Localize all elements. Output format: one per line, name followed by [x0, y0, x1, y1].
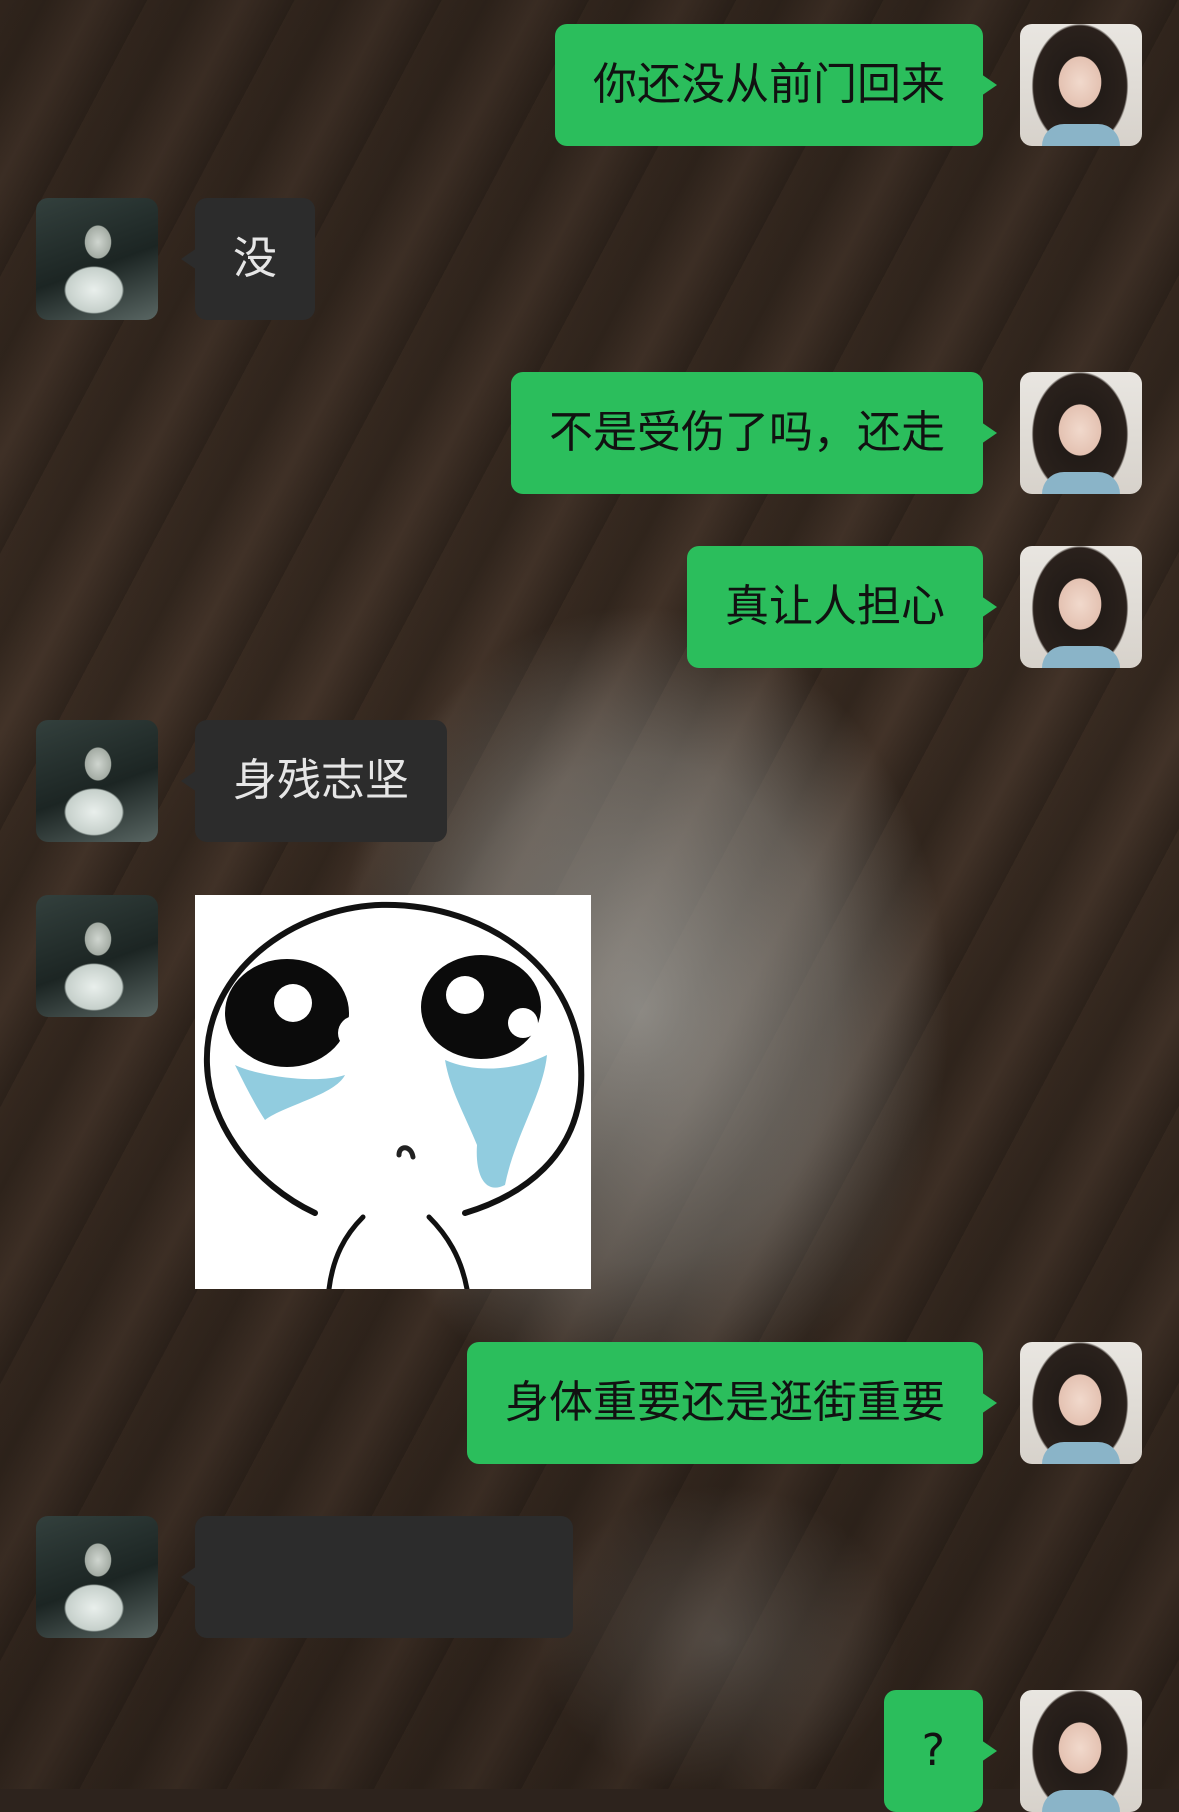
message-text: 身体重要还是逛街重要	[505, 1377, 945, 1428]
contact-avatar[interactable]	[36, 895, 158, 1017]
crying-face-sticker[interactable]	[195, 895, 591, 1289]
message-bubble-outgoing[interactable]: 身体重要还是逛街重要	[467, 1342, 997, 1464]
message-text: 没	[233, 233, 277, 284]
contact-avatar[interactable]	[36, 1516, 158, 1638]
message-bubble-outgoing[interactable]: ?	[883, 1690, 998, 1812]
message-bubble-incoming[interactable]: 没	[181, 198, 315, 320]
message-bubble-outgoing[interactable]: 真让人担心	[687, 546, 997, 668]
my-avatar[interactable]	[1020, 1690, 1142, 1812]
my-avatar[interactable]	[1020, 24, 1142, 146]
contact-avatar[interactable]	[36, 198, 158, 320]
crying-face-icon	[203, 901, 585, 1289]
message-text: 真让人担心	[725, 581, 945, 632]
message-bubble-outgoing[interactable]: 不是受伤了吗，还走	[511, 372, 997, 494]
message-bubble-obscured[interactable]	[181, 1516, 573, 1638]
message-text: 不是受伤了吗，还走	[549, 407, 945, 458]
my-avatar[interactable]	[1020, 546, 1142, 668]
message-bubble-outgoing[interactable]: 你还没从前门回来	[555, 24, 997, 146]
message-text: 身残志坚	[233, 755, 409, 806]
message-bubble-incoming[interactable]: 身残志坚	[181, 720, 447, 842]
my-avatar[interactable]	[1020, 1342, 1142, 1464]
contact-avatar[interactable]	[36, 720, 158, 842]
my-avatar[interactable]	[1020, 372, 1142, 494]
message-text: 你还没从前门回来	[593, 59, 945, 110]
message-text: ?	[921, 1725, 945, 1776]
